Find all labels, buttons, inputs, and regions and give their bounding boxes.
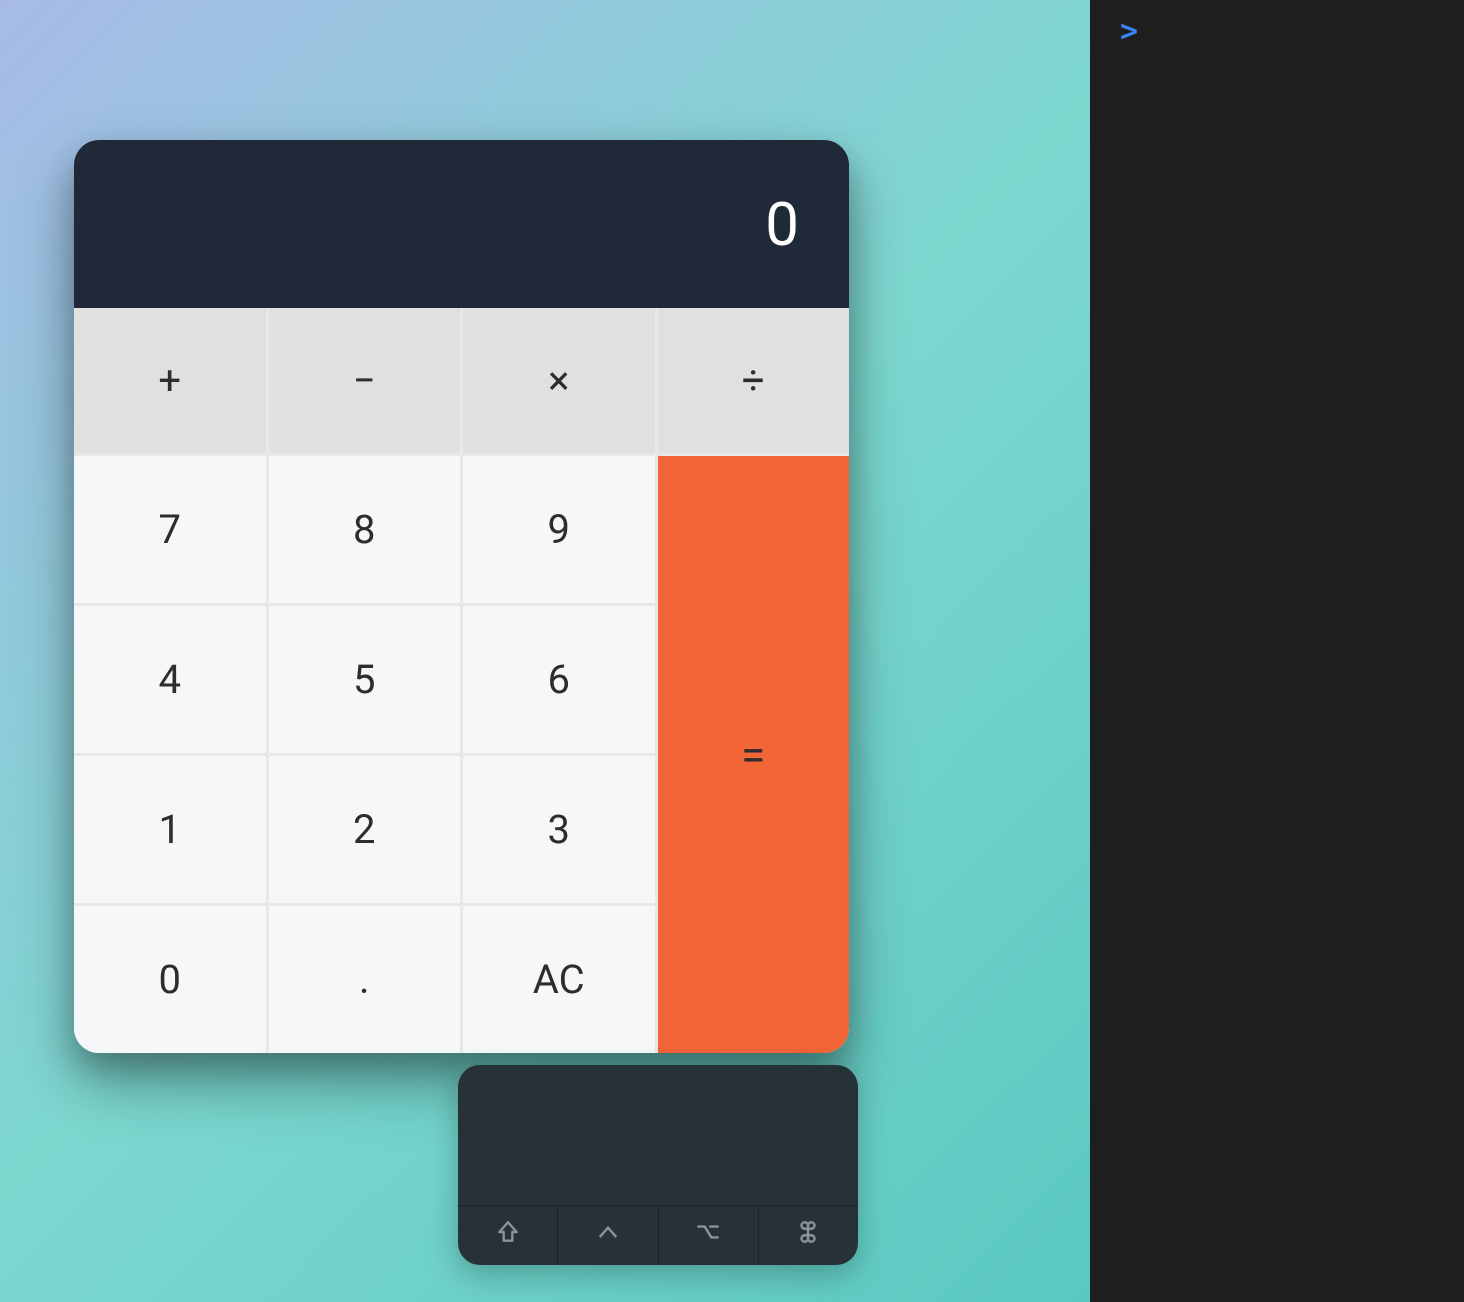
- display-value: 0: [765, 189, 799, 260]
- digit-3-button[interactable]: 3: [463, 756, 655, 903]
- cmd-key[interactable]: [759, 1206, 858, 1265]
- multiply-button[interactable]: ×: [463, 308, 655, 453]
- calculator-keypad: + − × ÷ 7 8 9 = 4 5 6 1 2 3 0 . AC: [74, 308, 849, 1053]
- option-icon: [695, 1219, 721, 1252]
- all-clear-button[interactable]: AC: [463, 906, 655, 1053]
- shift-icon: [495, 1219, 521, 1252]
- shift-key[interactable]: [458, 1206, 558, 1265]
- devtools-console-panel[interactable]: >: [1090, 0, 1464, 1302]
- onscreen-keyboard-panel: [458, 1065, 858, 1265]
- console-prompt-icon: >: [1120, 14, 1138, 49]
- divide-button[interactable]: ÷: [658, 308, 850, 453]
- digit-8-button[interactable]: 8: [269, 456, 461, 603]
- osk-modifier-row: [458, 1205, 858, 1265]
- digit-6-button[interactable]: 6: [463, 606, 655, 753]
- chevron-up-icon: [595, 1219, 621, 1252]
- equals-button[interactable]: =: [658, 456, 850, 1053]
- osk-body[interactable]: [458, 1065, 858, 1205]
- add-button[interactable]: +: [74, 308, 266, 453]
- digit-9-button[interactable]: 9: [463, 456, 655, 603]
- digit-0-button[interactable]: 0: [74, 906, 266, 1053]
- digit-1-button[interactable]: 1: [74, 756, 266, 903]
- digit-4-button[interactable]: 4: [74, 606, 266, 753]
- alt-key[interactable]: [659, 1206, 759, 1265]
- decimal-button[interactable]: .: [269, 906, 461, 1053]
- digit-2-button[interactable]: 2: [269, 756, 461, 903]
- digit-7-button[interactable]: 7: [74, 456, 266, 603]
- calculator-display: 0: [74, 140, 849, 308]
- ctrl-key[interactable]: [558, 1206, 658, 1265]
- calculator-window: 0 + − × ÷ 7 8 9 = 4 5 6 1 2 3 0 . AC: [74, 140, 849, 1053]
- subtract-button[interactable]: −: [269, 308, 461, 453]
- digit-5-button[interactable]: 5: [269, 606, 461, 753]
- command-icon: [795, 1219, 821, 1252]
